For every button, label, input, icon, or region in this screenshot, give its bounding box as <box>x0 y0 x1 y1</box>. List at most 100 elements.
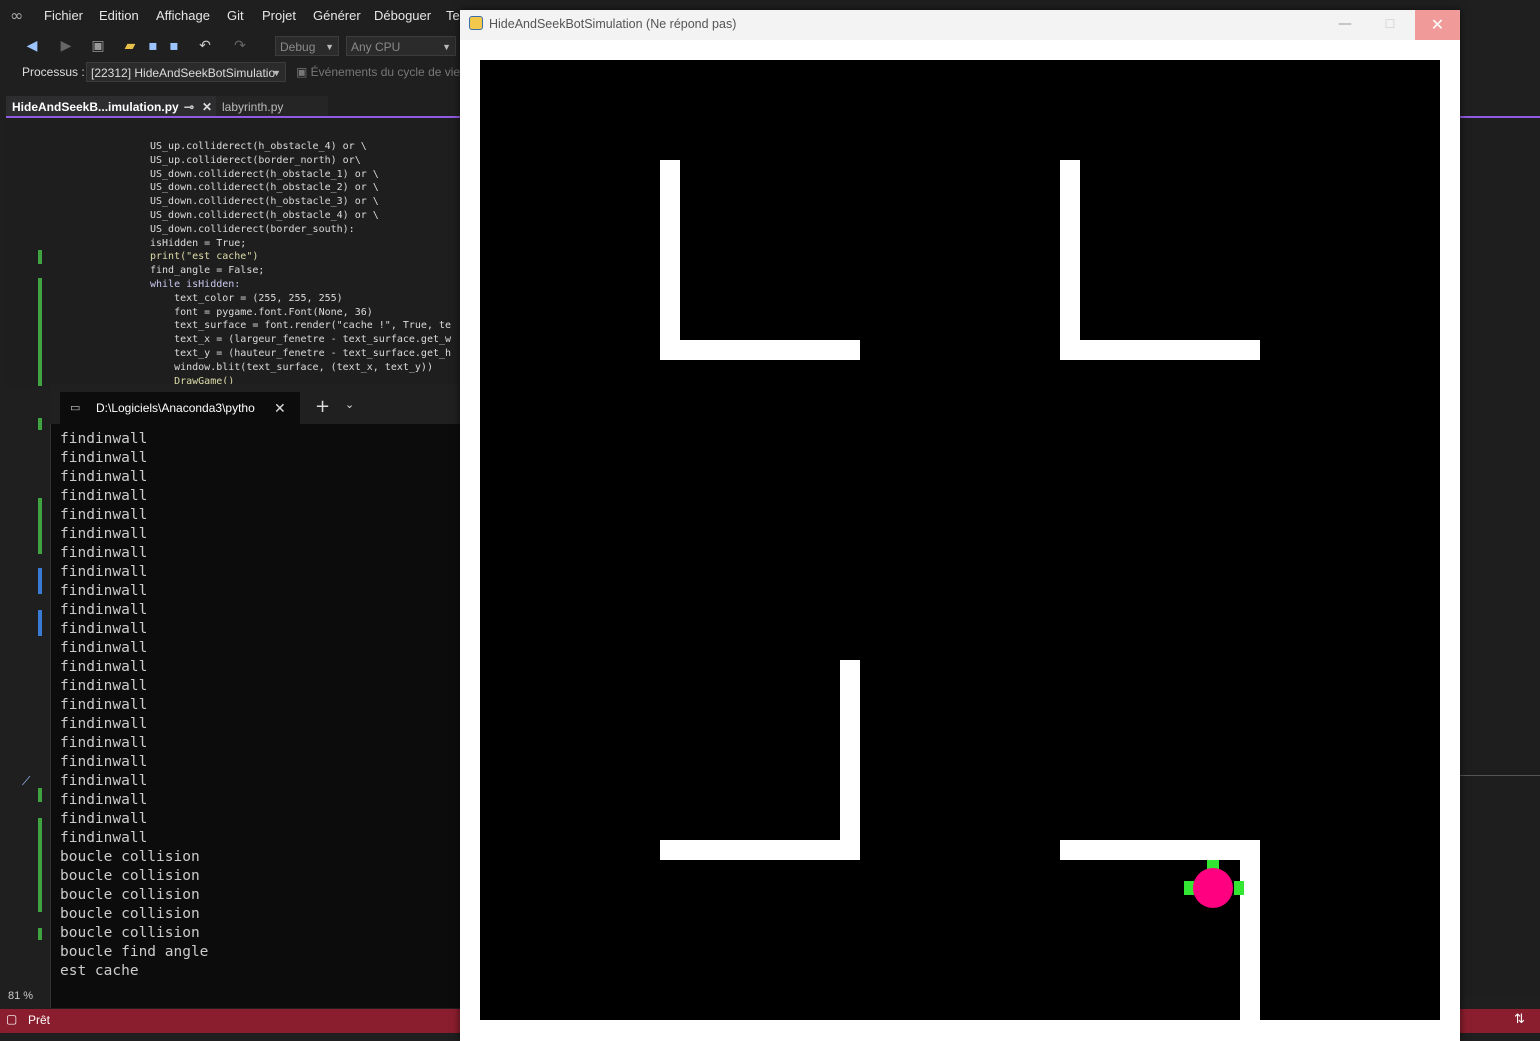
editor-divider <box>1460 775 1540 776</box>
save-all-icon[interactable]: ▪ <box>166 38 182 54</box>
close-icon[interactable]: ✕ <box>202 96 212 118</box>
terminal-line: boucle collision <box>60 925 200 941</box>
terminal-line: findinwall <box>60 773 148 789</box>
code-line: while isHidden: <box>150 279 241 290</box>
terminal-line: findinwall <box>60 526 148 542</box>
menu-generer[interactable]: Générer <box>313 8 361 23</box>
wall <box>660 160 680 360</box>
minimize-icon[interactable]: — <box>1330 10 1360 40</box>
forward-icon[interactable]: ▶ <box>58 38 74 54</box>
sort-icon[interactable]: ⇅ <box>1514 1012 1525 1027</box>
terminal-line: findinwall <box>60 564 148 580</box>
terminal-line: findinwall <box>60 621 148 637</box>
code-line: font = pygame.font.Font(None, 36) <box>150 306 373 318</box>
menu-affichage[interactable]: Affichage <box>156 8 210 23</box>
code-line: US_down.colliderect(border_south): <box>150 223 355 235</box>
code-line: text_x = (largeur_fenetre - text_surface… <box>150 334 452 346</box>
change-marker <box>38 928 42 940</box>
tab-hideandseek[interactable]: HideAndSeekB...imulation.py ⊸ ✕ <box>6 96 216 118</box>
python-icon <box>469 16 483 30</box>
terminal-line: findinwall <box>60 602 148 618</box>
process-label: Processus : <box>22 65 85 79</box>
window-title: HideAndSeekBotSimulation (Ne répond pas) <box>489 17 737 31</box>
change-marker <box>38 278 42 386</box>
status-icon: ▢ <box>6 1012 18 1026</box>
back-icon[interactable]: ◀ <box>24 38 40 54</box>
chevron-down-icon[interactable]: ⌄ <box>345 398 354 411</box>
terminal-line: boucle collision <box>60 906 200 922</box>
chevron-down-icon: ▼ <box>272 68 281 78</box>
zoom-level[interactable]: 81 % <box>0 988 50 1004</box>
lifecycle-label: Événements du cycle de vie <box>310 65 461 79</box>
code-line: US_down.colliderect(h_obstacle_2) or \ <box>150 182 379 194</box>
code-line: US_up.colliderect(border_north) or\ <box>150 154 361 166</box>
console-icon: ▭ <box>70 402 81 414</box>
menu-git[interactable]: Git <box>227 8 244 23</box>
code-line: text_y = (hauteur_fenetre - text_surface… <box>150 348 452 359</box>
wall <box>1240 840 1260 1020</box>
menu-edition[interactable]: Edition <box>99 8 139 23</box>
code-line: window.blit(text_surface, (text_x, text_… <box>150 361 433 373</box>
terminal-line: findinwall <box>60 583 148 599</box>
code-line: text_surface = font.render("cache !", Tr… <box>150 320 452 332</box>
save-icon[interactable]: ▪ <box>145 38 161 54</box>
platform-value: Any CPU <box>351 40 401 54</box>
code-line: find_angle = False; <box>150 265 265 277</box>
terminal-tab-title: D:\Logiciels\Anaconda3\pytho <box>96 401 255 415</box>
code-line: US_down.colliderect(h_obstacle_4) or \ <box>150 210 379 221</box>
status-text: Prêt <box>28 1013 51 1027</box>
terminal-line: findinwall <box>60 431 148 447</box>
menu-projet[interactable]: Projet <box>262 8 296 23</box>
terminal-tab[interactable]: ▭ D:\Logiciels\Anaconda3\pytho ✕ <box>60 392 300 424</box>
terminal-line: findinwall <box>60 545 148 561</box>
change-marker <box>38 788 42 802</box>
wall <box>1060 840 1260 860</box>
new-item-icon[interactable]: ▣ <box>90 38 106 54</box>
wall <box>840 660 860 860</box>
redo-icon[interactable]: ↷ <box>232 38 248 54</box>
terminal-line: findinwall <box>60 792 148 808</box>
vs-logo-icon[interactable]: ∞ <box>10 6 32 26</box>
lifecycle-icon: ▣ <box>296 65 311 79</box>
close-icon[interactable]: ✕ <box>274 392 286 424</box>
chevron-down-icon: ▼ <box>325 42 334 52</box>
open-folder-icon[interactable]: ▰ <box>122 38 138 54</box>
process-select[interactable]: [22312] HideAndSeekBotSimulatio ▼ <box>86 62 286 82</box>
code-line: US_down.colliderect(h_obstacle_1) or \ <box>150 168 379 180</box>
code-line: isHidden = True; <box>150 237 247 249</box>
tab-label: HideAndSeekB...imulation.py <box>12 100 179 114</box>
change-marker <box>38 568 42 594</box>
breakpoint-tool-icon[interactable]: ⟋ <box>22 774 30 789</box>
close-icon[interactable]: ✕ <box>1415 10 1460 40</box>
code-line: text_color = (255, 255, 255) <box>150 292 343 304</box>
terminal-line: findinwall <box>60 507 148 523</box>
undo-icon[interactable]: ↶ <box>197 38 213 54</box>
change-marker <box>38 610 42 636</box>
lifecycle-events[interactable]: ▣ Événements du cycle de vie <box>296 65 460 79</box>
change-marker <box>38 818 42 912</box>
change-marker <box>38 498 42 554</box>
terminal-line: findinwall <box>60 716 148 732</box>
document-tabs: HideAndSeekB...imulation.py ⊸ ✕ labyrinth.… <box>0 96 460 118</box>
terminal-line: findinwall <box>60 450 148 466</box>
change-marker <box>38 250 42 264</box>
maximize-icon[interactable]: ☐ <box>1375 10 1405 40</box>
terminal-line: findinwall <box>60 488 148 504</box>
bot-sensor-right <box>1234 881 1244 895</box>
menu-fichier[interactable]: Fichier <box>44 8 83 23</box>
config-select[interactable]: Debug ▼ <box>275 36 339 56</box>
menu-deboguer[interactable]: Déboguer <box>374 8 431 23</box>
wall <box>1060 160 1080 360</box>
new-tab-icon[interactable]: + <box>315 396 330 417</box>
game-canvas[interactable] <box>480 60 1440 1020</box>
pin-icon[interactable]: ⊸ <box>184 96 194 118</box>
tab-labyrinth[interactable]: labyrinth.py <box>216 96 328 118</box>
tab-label: labyrinth.py <box>222 100 284 114</box>
change-marker <box>38 418 42 430</box>
terminal-line: findinwall <box>60 811 148 827</box>
process-value: [22312] HideAndSeekBotSimulatio <box>91 66 276 80</box>
terminal-line: boucle collision <box>60 887 200 903</box>
platform-select[interactable]: Any CPU ▼ <box>346 36 456 56</box>
terminal-line: findinwall <box>60 735 148 751</box>
terminal-line: findinwall <box>60 830 148 846</box>
